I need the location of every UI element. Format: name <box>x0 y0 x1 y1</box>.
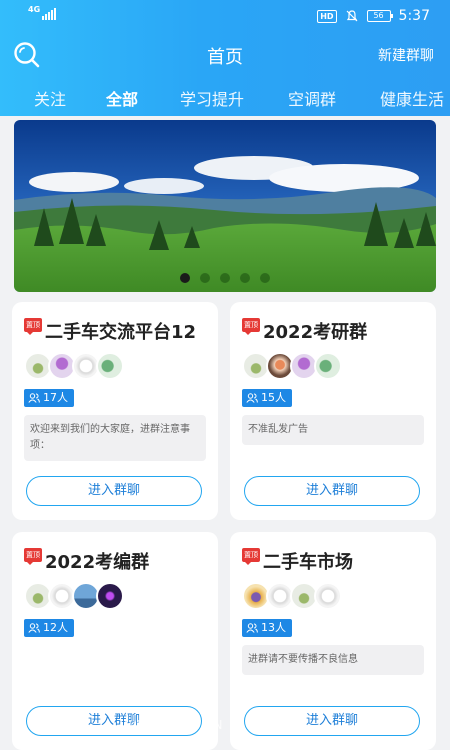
avatar <box>96 352 124 380</box>
members-icon <box>246 393 258 403</box>
status-bar: 4G HD 56 5:37 <box>0 0 450 32</box>
member-count: 12人 <box>24 619 74 637</box>
member-count-label: 15人 <box>261 391 286 404</box>
tab-health[interactable]: 健康生活 <box>380 86 444 110</box>
group-card[interactable]: 置顶 2022考研群 15人 不准乱发广告 进入群聊 <box>230 302 436 520</box>
nav-bar: 首页 新建群聊 <box>0 32 450 76</box>
member-count: 15人 <box>242 389 292 407</box>
member-count-label: 17人 <box>43 391 68 404</box>
new-group-button[interactable]: 新建群聊 <box>378 45 434 65</box>
mute-icon <box>346 10 357 22</box>
member-avatars <box>242 582 342 610</box>
member-count-label: 12人 <box>43 621 68 634</box>
group-card[interactable]: 置顶 二手车交流平台12 17人 欢迎来到我们的大家庭，进群注意事项： 进入群聊 <box>12 302 218 520</box>
members-icon <box>246 623 258 633</box>
group-name: 二手车市场 <box>263 552 353 573</box>
avatar <box>314 352 342 380</box>
tab-follow[interactable]: 关注 <box>34 86 66 110</box>
pinned-badge: 置顶 <box>242 548 260 565</box>
member-count: 17人 <box>24 389 74 407</box>
tab-aircon[interactable]: 空调群 <box>288 86 336 110</box>
carousel-dot[interactable] <box>260 273 270 283</box>
pinned-badge: 置顶 <box>242 318 260 335</box>
members-icon <box>28 393 40 403</box>
tab-study[interactable]: 学习提升 <box>180 86 244 110</box>
carousel-dot[interactable] <box>180 273 190 283</box>
carousel-indicator <box>14 273 436 283</box>
join-group-button[interactable]: 进入群聊 <box>26 476 202 506</box>
carousel-dot[interactable] <box>200 273 210 283</box>
watermark: WWW.TCQH.CN <box>120 718 224 732</box>
hd-icon: HD <box>317 9 337 23</box>
clock: 5:37 <box>398 8 430 24</box>
group-name: 2022考研群 <box>263 322 368 343</box>
group-notice: 进群请不要传播不良信息 <box>242 645 424 675</box>
member-avatars <box>24 582 124 610</box>
group-name: 二手车交流平台12 <box>45 322 197 343</box>
group-notice: 欢迎来到我们的大家庭，进群注意事项： <box>24 415 206 461</box>
member-count: 13人 <box>242 619 292 637</box>
member-count-label: 13人 <box>261 621 286 634</box>
pinned-badge: 置顶 <box>24 548 42 565</box>
member-avatars <box>242 352 342 380</box>
avatar <box>314 582 342 610</box>
carousel-dot[interactable] <box>220 273 230 283</box>
banner-carousel[interactable] <box>14 120 436 292</box>
battery-icon: 56 <box>366 10 393 22</box>
member-avatars <box>24 352 124 380</box>
header-area: 4G HD 56 5:37 首页 新建群聊 关注 全部 学习提升 空调群 健康生… <box>0 0 450 116</box>
network-type: 4G <box>28 5 41 14</box>
tab-bar: 关注 全部 学习提升 空调群 健康生活 <box>0 76 450 116</box>
group-name: 2022考编群 <box>45 552 150 573</box>
join-group-button[interactable]: 进入群聊 <box>244 476 420 506</box>
signal-indicator: 4G <box>28 5 57 20</box>
pinned-badge: 置顶 <box>24 318 42 335</box>
carousel-dot[interactable] <box>240 273 250 283</box>
tab-all[interactable]: 全部 <box>106 86 138 110</box>
group-card[interactable]: 置顶 二手车市场 13人 进群请不要传播不良信息 进入群聊 <box>230 532 436 750</box>
group-notice: 不准乱发广告 <box>242 415 424 445</box>
avatar <box>96 582 124 610</box>
members-icon <box>28 623 40 633</box>
join-group-button[interactable]: 进入群聊 <box>244 706 420 736</box>
banner-image <box>14 120 436 292</box>
signal-icon <box>42 8 57 20</box>
